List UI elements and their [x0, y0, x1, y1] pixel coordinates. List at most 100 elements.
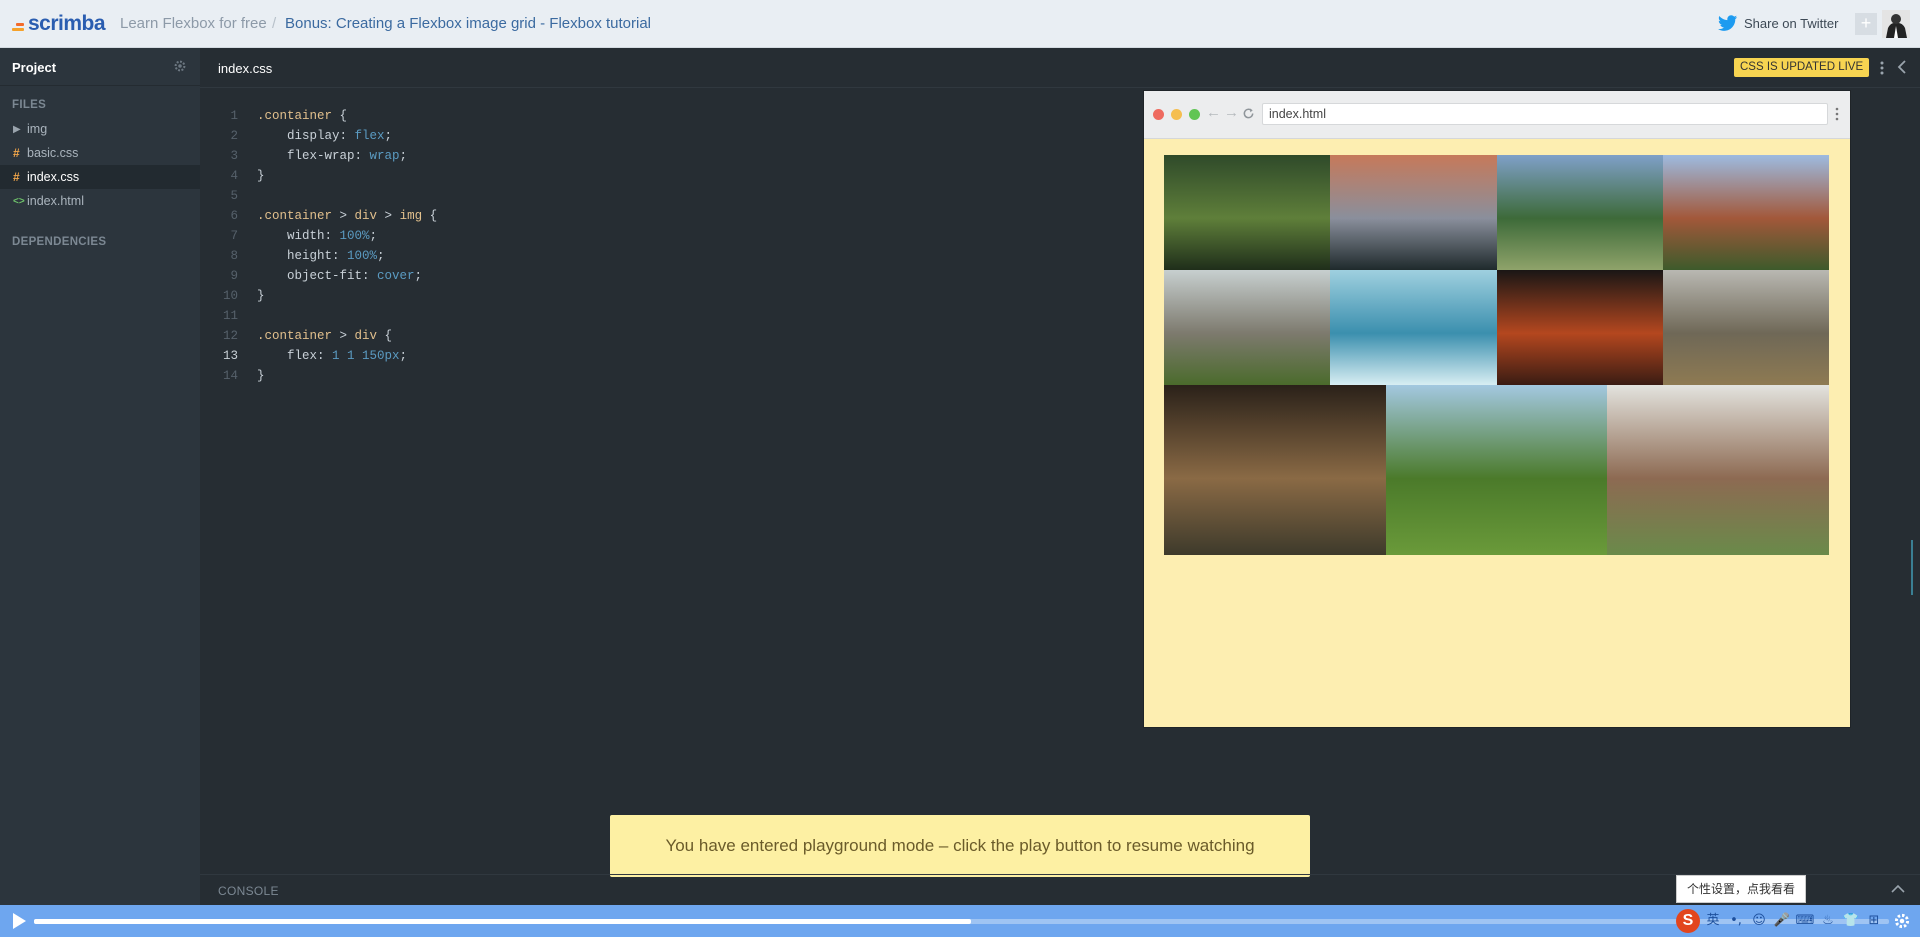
play-icon[interactable]	[11, 912, 27, 930]
code-line[interactable]: 6 .container > div > img {	[200, 206, 437, 226]
line-number: 13	[222, 349, 238, 363]
code-text: }	[257, 369, 265, 383]
close-dot-icon	[1153, 109, 1164, 120]
ime-punctuation-toggle[interactable]: •,	[1726, 911, 1746, 931]
sogou-logo-icon[interactable]: S	[1676, 909, 1700, 933]
player-bar	[0, 905, 1920, 937]
breadcrumb-lesson: Bonus: Creating a Flexbox image grid - F…	[285, 15, 652, 32]
progress-track[interactable]	[34, 919, 1889, 924]
ime-keyboard-icon[interactable]: ⌨	[1795, 911, 1815, 931]
forward-arrow-icon[interactable]: →	[1224, 104, 1239, 121]
line-number: 7	[230, 229, 238, 243]
url-input[interactable]: index.html	[1262, 103, 1828, 125]
boulders-field-photo	[1164, 270, 1331, 385]
sidebar-item-index-css[interactable]: # index.css	[0, 165, 200, 189]
minimize-dot-icon	[1171, 109, 1182, 120]
snowy-mountain-photo	[1330, 155, 1497, 270]
css-file-icon: #	[13, 146, 20, 160]
chevron-left-icon[interactable]	[1897, 60, 1907, 74]
console-bar[interactable]: CONSOLE	[200, 874, 1920, 905]
misty-hills-photo	[1662, 270, 1829, 385]
editor-tab-bar: index.css CSS IS UPDATED LIVE	[200, 48, 1920, 88]
gear-icon[interactable]	[173, 59, 187, 73]
ime-toolbar[interactable]: S 英 •, ☺ 🎤 ⌨ ♨ 👕 ⊞	[1676, 907, 1884, 935]
playground-mode-toast: You have entered playground mode – click…	[610, 815, 1310, 877]
code-line[interactable]: 1 .container {	[200, 106, 437, 126]
line-number: 9	[230, 269, 238, 283]
ime-skin-icon[interactable]: 👕	[1841, 911, 1861, 931]
sidebar-item-index-html[interactable]: <> index.html	[0, 189, 200, 213]
code-line[interactable]: 2 display: flex;	[200, 126, 437, 146]
code-line[interactable]: 11	[200, 306, 437, 326]
ime-menu-icon[interactable]: ⊞	[1864, 911, 1884, 931]
breadcrumb-course[interactable]: Learn Flexbox for free	[120, 15, 267, 32]
glacier-ice-photo	[1330, 270, 1497, 385]
avatar[interactable]	[1882, 10, 1910, 38]
ime-tools-icon[interactable]: ♨	[1818, 911, 1838, 931]
scrimba-logo[interactable]: scrimba	[12, 12, 106, 36]
refresh-icon[interactable]	[1242, 107, 1255, 120]
file-label: img	[27, 122, 48, 136]
sidebar-item-img[interactable]: ▶ img	[0, 117, 200, 141]
code-line[interactable]: 5	[200, 186, 437, 206]
file-label: index.css	[27, 170, 80, 184]
ime-tooltip[interactable]: 个性设置，点我看看	[1676, 875, 1807, 903]
line-number: 10	[222, 289, 238, 303]
line-number: 11	[222, 309, 238, 323]
code-line[interactable]: 4}	[200, 166, 437, 186]
more-options-icon[interactable]	[1880, 61, 1884, 75]
code-text: height: 100%;	[257, 249, 385, 263]
tab-index-css[interactable]: index.css	[218, 61, 272, 76]
code-line[interactable]: 10}	[200, 286, 437, 306]
image-grid	[1164, 155, 1829, 555]
code-text: flex: 1 1 150px;	[257, 349, 408, 363]
line-number: 14	[222, 369, 238, 383]
scroll-indicator	[1911, 540, 1913, 595]
twitter-icon	[1718, 15, 1738, 31]
breadcrumb-separator: /	[272, 15, 277, 32]
ime-emoji-icon[interactable]: ☺	[1749, 911, 1769, 931]
code-line[interactable]: 13 flex: 1 1 150px;	[200, 346, 437, 366]
line-number: 6	[230, 209, 238, 223]
code-text: flex-wrap: wrap;	[257, 149, 408, 163]
avatar-image	[1882, 10, 1910, 38]
file-label: basic.css	[27, 146, 79, 160]
code-line[interactable]: 12 .container > div {	[200, 326, 437, 346]
back-arrow-icon[interactable]: ←	[1206, 104, 1221, 121]
line-number: 4	[230, 169, 238, 183]
code-line[interactable]: 9 object-fit: cover;	[200, 266, 437, 286]
ime-language-toggle[interactable]: 英	[1703, 911, 1723, 931]
code-line[interactable]: 7 width: 100%;	[200, 226, 437, 246]
lone-tree-photo	[1385, 385, 1608, 555]
sidebar-title: Project	[12, 60, 57, 75]
add-button[interactable]: +	[1855, 13, 1877, 35]
share-on-twitter-button[interactable]: Share on Twitter	[1718, 15, 1838, 32]
code-text: .container {	[257, 109, 348, 123]
code-line[interactable]: 8 height: 100%;	[200, 246, 437, 266]
pine-forest-path-photo	[1164, 385, 1386, 555]
project-sidebar: Project FILES ▶ img # basic.css # index.…	[0, 48, 200, 905]
html-file-icon: <>	[13, 195, 25, 207]
code-text: .container > div {	[257, 329, 393, 343]
chevron-up-icon[interactable]	[1891, 884, 1905, 894]
ime-voice-icon[interactable]: 🎤	[1772, 911, 1792, 931]
moss-forest-photo	[1164, 155, 1331, 270]
settings-gear-icon[interactable]	[1893, 912, 1911, 930]
files-section-label: FILES	[12, 99, 47, 111]
code-line[interactable]: 14}	[200, 366, 437, 386]
code-line[interactable]: 3 flex-wrap: wrap;	[200, 146, 437, 166]
code-text: object-fit: cover;	[257, 269, 423, 283]
dependencies-section-label[interactable]: DEPENDENCIES	[12, 236, 106, 248]
line-number: 8	[230, 249, 238, 263]
line-number: 3	[230, 149, 238, 163]
more-options-icon[interactable]	[1835, 107, 1839, 121]
code-editor[interactable]: 1 .container {2 display: flex; 3 flex-wrap…	[200, 106, 437, 386]
code-text: }	[257, 289, 265, 303]
progress-fill	[34, 919, 971, 924]
red-rock-night-photo	[1496, 270, 1663, 385]
sidebar-item-basic-css[interactable]: # basic.css	[0, 141, 200, 165]
css-file-icon: #	[13, 170, 20, 184]
folder-caret-icon: ▶	[13, 123, 21, 135]
